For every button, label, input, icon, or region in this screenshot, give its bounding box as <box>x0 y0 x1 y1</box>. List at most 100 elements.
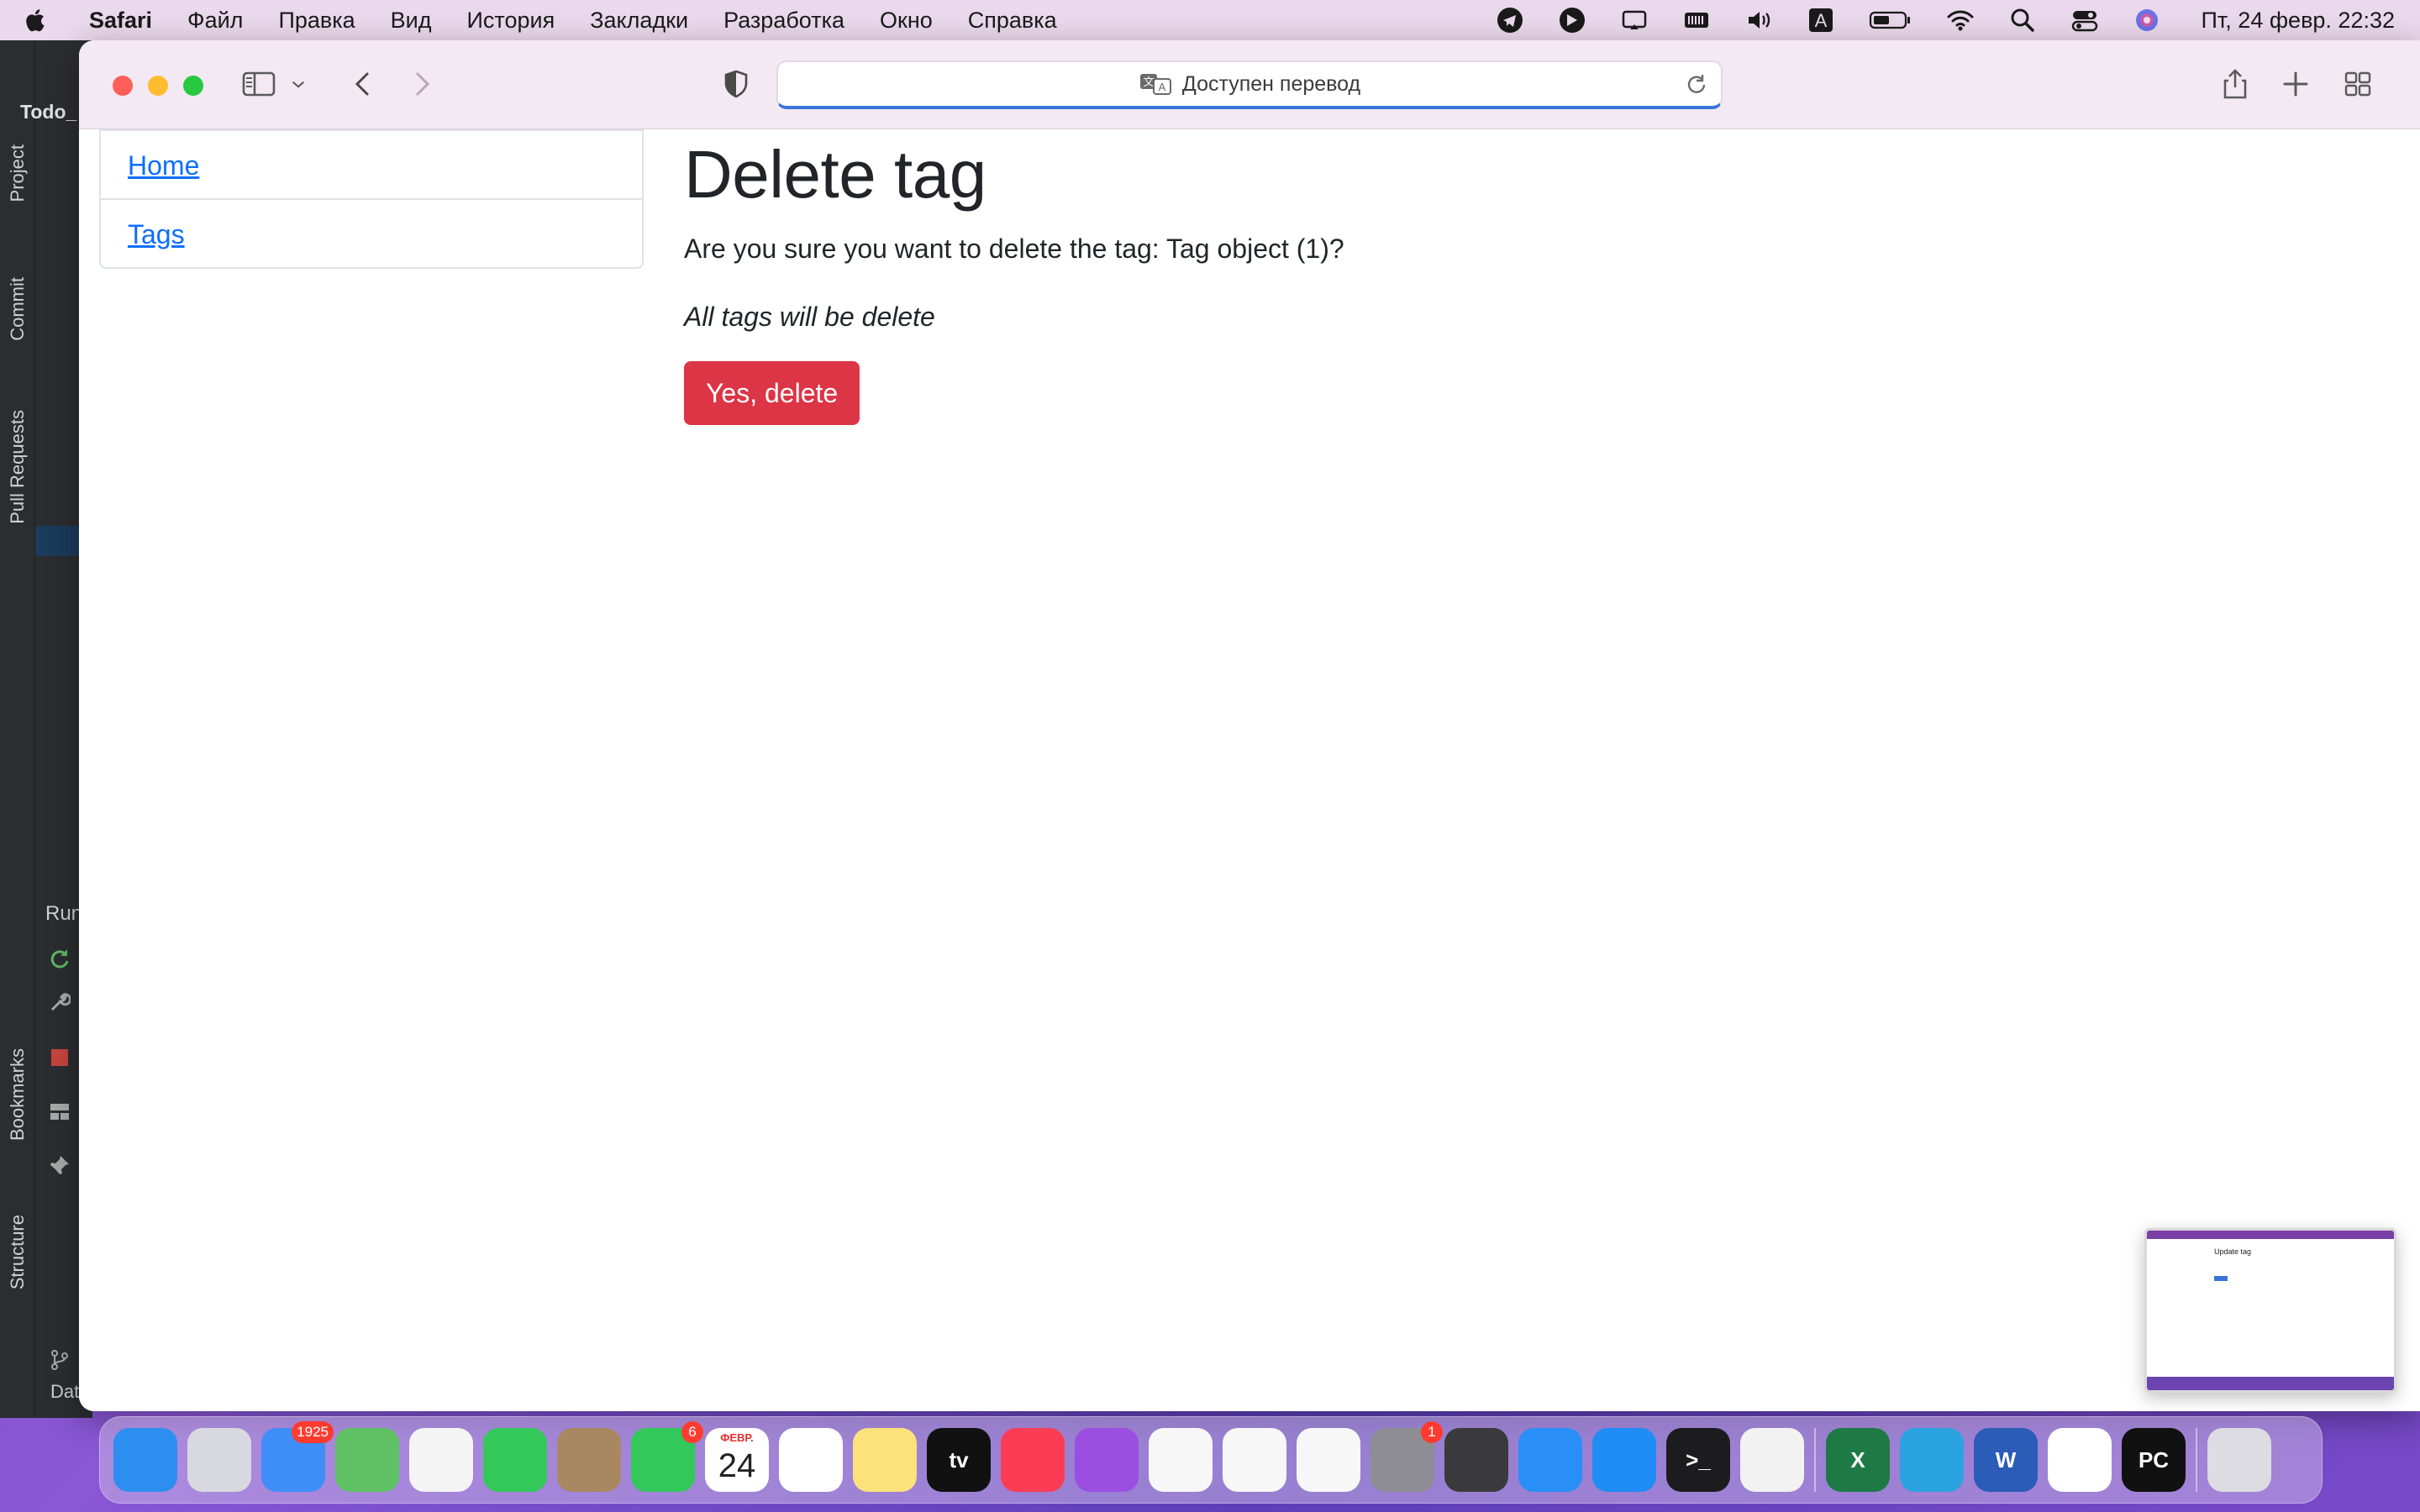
apple-menu-icon[interactable] <box>25 7 62 34</box>
window-controls <box>113 76 203 96</box>
thumbnail-menubar <box>2147 1231 2394 1239</box>
git-branch-icon[interactable] <box>49 1349 71 1371</box>
close-window-button[interactable] <box>113 76 133 96</box>
dock-icon-label: PC <box>2138 1446 2170 1473</box>
dock-photos-icon[interactable] <box>409 1428 473 1492</box>
chevron-down-icon[interactable] <box>286 66 311 102</box>
rerun-icon[interactable] <box>49 948 71 969</box>
vpn-status-icon[interactable] <box>1558 6 1586 34</box>
sidebar-toggle-icon[interactable] <box>240 66 277 102</box>
reload-icon[interactable] <box>1684 72 1709 97</box>
share-icon[interactable] <box>2217 66 2254 102</box>
dock-numbers-icon[interactable] <box>1223 1428 1286 1492</box>
privacy-shield-icon[interactable] <box>718 66 755 102</box>
spotlight-search-icon[interactable] <box>2008 6 2037 34</box>
layout-icon[interactable] <box>49 1100 71 1122</box>
dock-word-icon[interactable]: W <box>1974 1428 2038 1492</box>
dock-maps-icon[interactable] <box>335 1428 399 1492</box>
dock-separator <box>1814 1428 1816 1492</box>
dock-messages-icon[interactable] <box>483 1428 547 1492</box>
dock-calculator-icon[interactable] <box>1444 1428 1508 1492</box>
browser-toolbar: 文A Доступен перевод <box>79 40 2420 129</box>
forward-button[interactable] <box>403 66 440 102</box>
tab-overview-icon[interactable] <box>2339 66 2376 102</box>
back-button[interactable] <box>345 66 381 102</box>
dock-contacts-icon[interactable] <box>557 1428 621 1492</box>
dock-launchpad-icon[interactable] <box>187 1428 251 1492</box>
ide-selected-row <box>35 526 86 556</box>
address-text: Доступен перевод <box>1181 71 1361 96</box>
menu-edit[interactable]: Правка <box>278 8 355 34</box>
menu-bookmarks[interactable]: Закладки <box>590 8 688 34</box>
minimize-window-button[interactable] <box>148 76 168 96</box>
dock-podcasts-icon[interactable] <box>1075 1428 1139 1492</box>
safari-window: 文A Доступен перевод Home Tags Delete tag… <box>79 40 2420 1411</box>
menubar-clock[interactable]: Пт, 24 февр. 22:32 <box>2202 8 2395 34</box>
svg-text:A: A <box>1814 10 1827 31</box>
nav-link-tags[interactable]: Tags <box>101 198 642 267</box>
telegram-status-icon[interactable] <box>1496 6 1524 34</box>
ide-tab-pull-requests[interactable]: Pull Requests <box>7 410 29 524</box>
dock-pages-icon[interactable] <box>1297 1428 1360 1492</box>
dock-reminders-icon[interactable] <box>779 1428 843 1492</box>
ide-tab-structure[interactable]: Structure <box>7 1215 29 1289</box>
calendar-day: 24 <box>718 1446 756 1484</box>
svg-text:A: A <box>1159 81 1166 93</box>
address-bar[interactable]: 文A Доступен перевод <box>776 60 1723 109</box>
main-content: Delete tag Are you sure you want to dele… <box>684 129 1344 425</box>
control-center-icon[interactable] <box>2070 6 2099 34</box>
confirm-delete-button[interactable]: Yes, delete <box>684 361 860 425</box>
dock-appstore-icon[interactable] <box>1592 1428 1656 1492</box>
calendar-month: ФЕВР. <box>720 1431 754 1444</box>
dock-trash-icon[interactable] <box>2207 1428 2271 1492</box>
pin-icon[interactable] <box>49 1154 71 1176</box>
ide-tab-bookmarks[interactable]: Bookmarks <box>7 1048 29 1141</box>
thumbnail-dock <box>2147 1377 2394 1390</box>
wrench-icon[interactable] <box>49 991 71 1013</box>
new-tab-icon[interactable] <box>2277 66 2314 102</box>
siri-icon[interactable] <box>2133 6 2161 34</box>
menu-file[interactable]: Файл <box>187 8 243 34</box>
dock-music-icon[interactable] <box>1001 1428 1065 1492</box>
translate-icon[interactable]: 文A <box>1139 71 1172 97</box>
menu-window[interactable]: Окно <box>880 8 933 34</box>
dock-vscode-icon[interactable] <box>2048 1428 2112 1492</box>
dock-telegram-icon[interactable] <box>1900 1428 1964 1492</box>
ide-tab-commit[interactable]: Commit <box>7 277 29 341</box>
wifi-icon[interactable] <box>1946 6 1975 34</box>
dock-calendar-icon[interactable]: ФЕВР. 24 <box>705 1428 769 1492</box>
dock-pycharm-icon[interactable]: PC <box>2122 1428 2186 1492</box>
thumbnail-title: Update tag <box>2214 1247 2252 1256</box>
ide-tab-project[interactable]: Project <box>7 144 29 202</box>
menu-view[interactable]: Вид <box>391 8 432 34</box>
nav-link-home[interactable]: Home <box>101 129 642 198</box>
dock-mail-icon[interactable]: 1925 <box>261 1421 334 1492</box>
stop-icon[interactable] <box>49 1047 71 1068</box>
dock-safari-icon[interactable] <box>1518 1428 1582 1492</box>
dock-finder-icon[interactable] <box>113 1428 177 1492</box>
menu-app-name[interactable]: Safari <box>89 8 152 34</box>
dock-tv-icon[interactable]: tv <box>927 1428 991 1492</box>
dock-excel-icon[interactable]: X <box>1826 1428 1890 1492</box>
volume-icon[interactable] <box>1744 6 1773 34</box>
battery-icon[interactable] <box>1869 6 1912 34</box>
svg-text:文: 文 <box>1143 76 1154 88</box>
memory-status-icon[interactable] <box>1682 6 1711 34</box>
dock-chrome-icon[interactable] <box>1740 1428 1804 1492</box>
menu-develop[interactable]: Разработка <box>723 8 844 34</box>
menu-history[interactable]: История <box>467 8 555 34</box>
ide-data-label: Dat <box>50 1381 80 1402</box>
menu-help[interactable]: Справка <box>968 8 1057 34</box>
dock-settings-icon[interactable]: 1 <box>1370 1421 1443 1492</box>
screenshot-thumbnail[interactable]: Update tag <box>2144 1228 2396 1393</box>
dock-icon-label: X <box>1850 1446 1865 1473</box>
dock-terminal-icon[interactable]: >_ <box>1666 1428 1730 1492</box>
dock-notes-icon[interactable] <box>853 1428 917 1492</box>
screen-mirroring-icon[interactable] <box>1620 6 1649 34</box>
fullscreen-window-button[interactable] <box>183 76 203 96</box>
dock-facetime-icon[interactable]: 6 <box>631 1421 703 1492</box>
notification-badge: 1925 <box>292 1421 334 1443</box>
dock-keynote-icon[interactable] <box>1149 1428 1213 1492</box>
input-source-icon[interactable]: A <box>1807 6 1835 34</box>
ide-tool-strip <box>0 40 35 1418</box>
